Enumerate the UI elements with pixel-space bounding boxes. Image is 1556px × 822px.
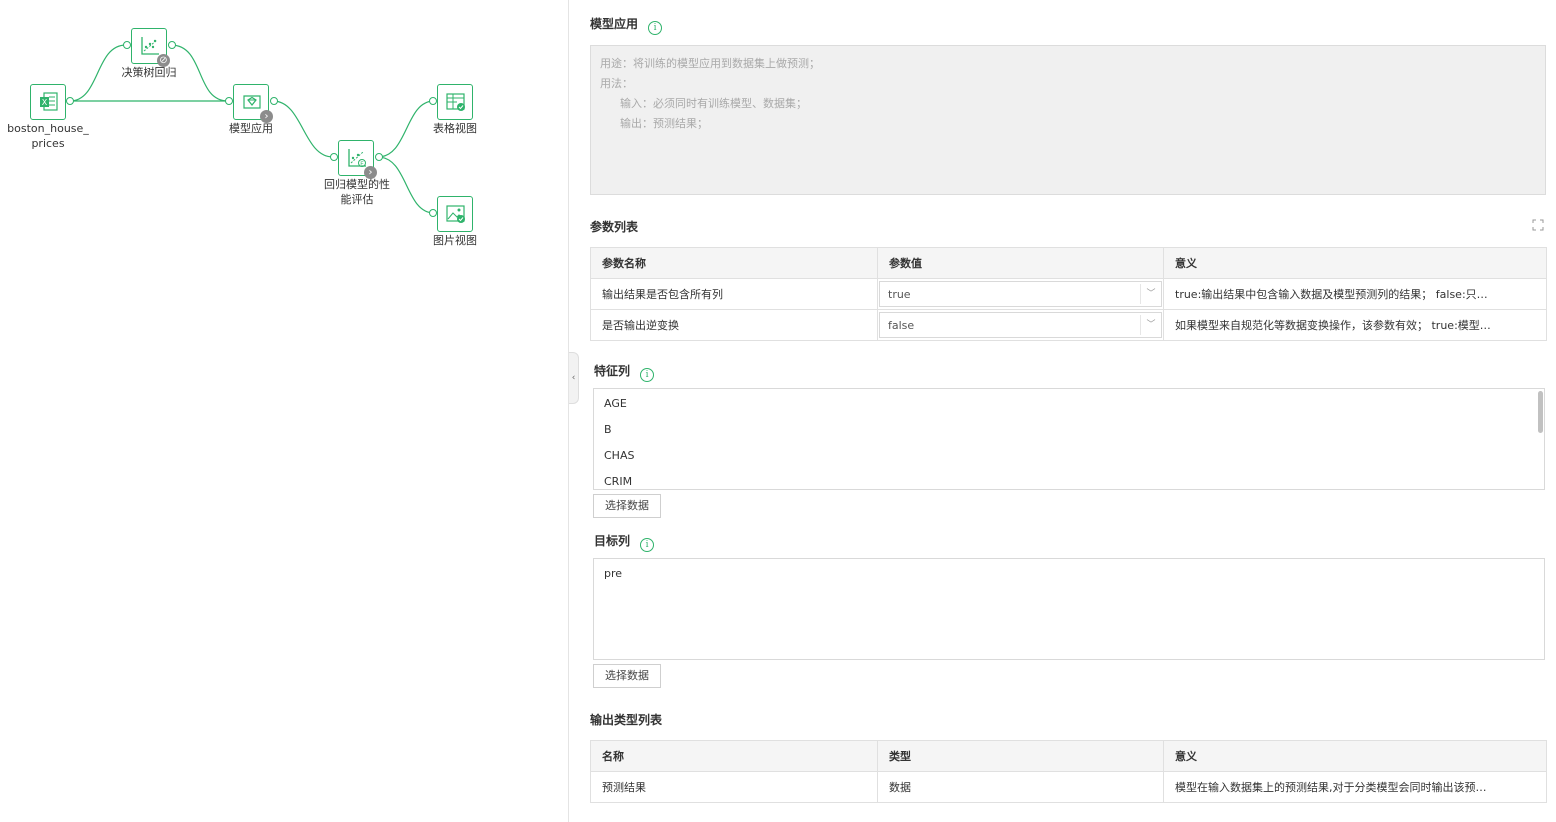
param-meaning: 如果模型来自规范化等数据变换操作，该参数有效； true:模型… bbox=[1163, 309, 1547, 341]
node-label-table-view: 表格视图 bbox=[433, 122, 477, 135]
output-type: 数据 bbox=[877, 771, 1164, 803]
regression-eval-icon: E bbox=[348, 149, 366, 168]
node-boston-house-prices[interactable]: X bbox=[30, 84, 66, 120]
output-port[interactable] bbox=[66, 97, 74, 105]
properties-panel: 模型应用 i 用途：将训练的模型应用到数据集上做预测； 用法： 输入：必须同时有训… bbox=[590, 0, 1547, 822]
input-port[interactable] bbox=[123, 41, 131, 49]
list-item[interactable]: CHAS bbox=[594, 443, 1544, 469]
collapse-panel-button[interactable]: ‹ bbox=[569, 352, 579, 404]
feature-columns-list[interactable]: AGE B CHAS CRIM bbox=[593, 388, 1545, 490]
features-title: 特征列 i bbox=[594, 362, 655, 382]
info-icon[interactable]: i bbox=[640, 368, 655, 382]
input-port[interactable] bbox=[225, 97, 233, 105]
output-port[interactable] bbox=[375, 153, 383, 161]
list-item[interactable]: pre bbox=[594, 561, 1544, 587]
select-target-data-button[interactable]: 选择数据 bbox=[593, 664, 661, 688]
table-header-row: 名称 类型 意义 bbox=[590, 740, 1547, 772]
list-item[interactable]: AGE bbox=[594, 391, 1544, 417]
param-value-select[interactable]: false ﹀ bbox=[879, 312, 1162, 338]
node-label-decision-tree: 决策树回归 bbox=[121, 66, 177, 79]
input-port[interactable] bbox=[330, 153, 338, 161]
output-meaning: 模型在输入数据集上的预测结果,对于分类模型会同时输出该预… bbox=[1163, 771, 1547, 803]
output-port[interactable] bbox=[168, 41, 176, 49]
table-row: 输出结果是否包含所有列 true ﹀ true:输出结果中包含输入数据及模型预测… bbox=[590, 278, 1547, 310]
param-value-select[interactable]: true ﹀ bbox=[879, 281, 1162, 307]
node-label-image-view: 图片视图 bbox=[433, 234, 477, 247]
input-port[interactable] bbox=[429, 209, 437, 217]
column-header: 参数值 bbox=[877, 247, 1164, 279]
svg-text:X: X bbox=[42, 98, 48, 107]
column-header: 意义 bbox=[1163, 247, 1547, 279]
description-input: 输入：必须同时有训练模型、数据集； bbox=[620, 97, 807, 110]
description-usage: 用途：将训练的模型应用到数据集上做预测； bbox=[600, 57, 820, 70]
column-header: 参数名称 bbox=[590, 247, 878, 279]
list-item[interactable]: B bbox=[594, 417, 1544, 443]
info-icon[interactable]: i bbox=[648, 21, 663, 35]
chevron-left-icon: ‹ bbox=[571, 373, 576, 383]
description-output: 输出：预测结果； bbox=[620, 117, 708, 130]
image-view-icon bbox=[446, 205, 465, 223]
table-view-icon bbox=[446, 93, 465, 111]
info-icon[interactable]: i bbox=[640, 538, 655, 552]
scrollbar[interactable] bbox=[1538, 391, 1543, 433]
panel-title: 模型应用 i bbox=[590, 15, 663, 35]
excel-icon: X bbox=[40, 92, 58, 111]
node-label-model-apply: 模型应用 bbox=[229, 122, 273, 135]
param-value-cell: false ﹀ bbox=[877, 309, 1164, 341]
outputs-title: 输出类型列表 bbox=[590, 713, 663, 727]
chevron-down-icon: ﹀ bbox=[1140, 315, 1161, 335]
table-row: 是否输出逆变换 false ﹀ 如果模型来自规范化等数据变换操作，该参数有效； … bbox=[590, 309, 1547, 341]
model-apply-icon bbox=[243, 95, 261, 109]
table-header-row: 参数名称 参数值 意义 bbox=[590, 247, 1547, 279]
workflow-canvas[interactable]: X boston_house_ prices ⊘ 决策树回归 › 模型应用 E … bbox=[0, 0, 568, 822]
input-port[interactable] bbox=[429, 97, 437, 105]
param-name: 是否输出逆变换 bbox=[590, 309, 878, 341]
param-value-cell: true ﹀ bbox=[877, 278, 1164, 310]
description-box: 用途：将训练的模型应用到数据集上做预测； 用法： 输入：必须同时有训练模型、数据… bbox=[590, 45, 1546, 195]
regression-icon bbox=[141, 37, 159, 55]
node-label-regression-evaluation: 回归模型的性 能评估 bbox=[324, 178, 390, 206]
select-feature-data-button[interactable]: 选择数据 bbox=[593, 494, 661, 518]
params-table: 参数名称 参数值 意义 输出结果是否包含所有列 true ﹀ true:输出结果… bbox=[590, 247, 1547, 341]
node-table-view[interactable] bbox=[437, 84, 473, 120]
param-meaning: true:输出结果中包含输入数据及模型预测列的结果； false:只… bbox=[1163, 278, 1547, 310]
param-name: 输出结果是否包含所有列 bbox=[590, 278, 878, 310]
chevron-down-icon: ﹀ bbox=[1140, 284, 1161, 304]
output-port[interactable] bbox=[270, 97, 278, 105]
description-method: 用法： bbox=[600, 77, 633, 90]
node-image-view[interactable] bbox=[437, 196, 473, 232]
node-label-boston: boston_house_ prices bbox=[7, 122, 89, 150]
output-name: 预测结果 bbox=[590, 771, 878, 803]
panel-divider[interactable] bbox=[568, 0, 569, 822]
list-item[interactable]: CRIM bbox=[594, 469, 1544, 489]
svg-text:E: E bbox=[360, 162, 364, 168]
target-columns-list[interactable]: pre bbox=[593, 558, 1545, 660]
column-header: 类型 bbox=[877, 740, 1164, 772]
target-title: 目标列 i bbox=[594, 532, 655, 552]
column-header: 名称 bbox=[590, 740, 878, 772]
table-row: 预测结果 数据 模型在输入数据集上的预测结果,对于分类模型会同时输出该预… bbox=[590, 771, 1547, 803]
expand-icon[interactable] bbox=[1532, 219, 1544, 231]
outputs-table: 名称 类型 意义 预测结果 数据 模型在输入数据集上的预测结果,对于分类模型会同… bbox=[590, 740, 1547, 803]
column-header: 意义 bbox=[1163, 740, 1547, 772]
params-title: 参数列表 bbox=[590, 220, 639, 234]
